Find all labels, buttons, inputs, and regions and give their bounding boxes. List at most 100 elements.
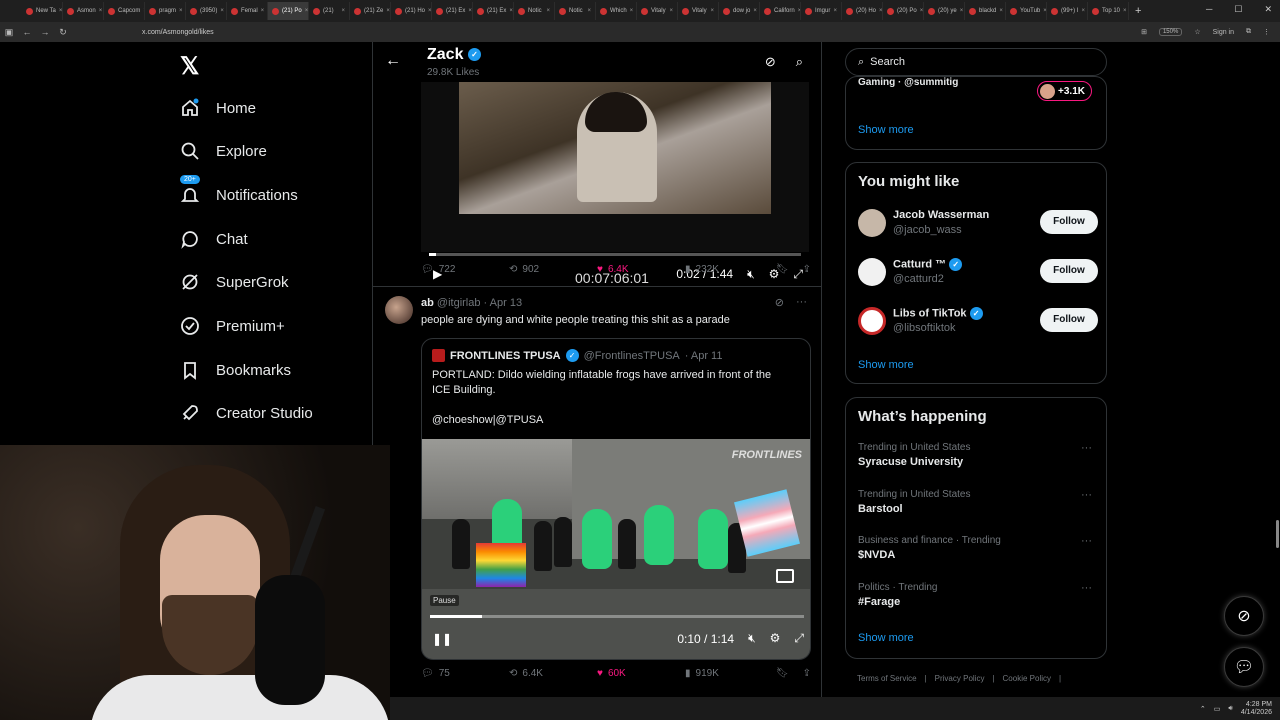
views-button[interactable]: ▮ 919K: [685, 668, 773, 679]
browser-tab[interactable]: Which ×: [596, 2, 637, 20]
tweet-date[interactable]: · Apr 13: [484, 297, 523, 309]
browser-tab[interactable]: (20) Ho ×: [842, 2, 883, 20]
browser-tab[interactable]: (20) Po ×: [883, 2, 924, 20]
browser-tab[interactable]: Notic ×: [514, 2, 555, 20]
tab-close-icon[interactable]: ×: [386, 8, 390, 14]
quote-video-progress-bar[interactable]: [430, 615, 804, 618]
tab-close-icon[interactable]: ×: [710, 8, 714, 14]
browser-tab[interactable]: (21) Ze ×: [350, 2, 391, 20]
repost-button[interactable]: ⟲ 6.4K: [509, 668, 597, 679]
pause-icon[interactable]: ❚❚: [432, 632, 452, 646]
show-more-link[interactable]: Show more: [858, 632, 914, 644]
forward-icon[interactable]: →: [36, 27, 54, 37]
views-button[interactable]: ▮ 232K: [685, 264, 773, 275]
tab-close-icon[interactable]: ×: [999, 8, 1003, 14]
browser-tab[interactable]: (21) Ex ×: [432, 2, 473, 20]
translate-icon[interactable]: ⊞: [1141, 28, 1147, 36]
url-field[interactable]: x.com/Asmongold/likes: [142, 29, 214, 36]
show-more-link[interactable]: Show more: [858, 359, 914, 371]
suggested-user[interactable]: Libs of TikTok ✓ @libsoftiktok Follow: [858, 305, 1098, 337]
browser-tab[interactable]: (21) Po ×: [268, 2, 309, 20]
trend-item[interactable]: Business and finance · Trending $NVDA ··…: [858, 535, 1098, 561]
share-icon[interactable]: ⇪: [803, 668, 811, 679]
like-button[interactable]: ♥ 6.4K: [597, 264, 685, 275]
bookmark-action-icon[interactable]: 🔖︎: [776, 668, 789, 679]
tray-chevron-icon[interactable]: ⌃: [1200, 705, 1206, 713]
back-icon[interactable]: ←: [18, 27, 36, 37]
repost-button[interactable]: ⟲ 902: [509, 264, 597, 275]
reply-button[interactable]: 💬︎ 75: [421, 668, 509, 679]
bookmark-action-icon[interactable]: 🔖︎: [776, 264, 789, 275]
tab-close-icon[interactable]: ×: [879, 8, 882, 14]
browser-tab[interactable]: Top 10 ×: [1088, 2, 1129, 20]
suggested-user[interactable]: Jacob Wasserman @jacob_wass Follow: [858, 207, 1098, 239]
browser-tab[interactable]: Vitaly ×: [678, 2, 719, 20]
search-header-icon[interactable]: ⌕: [796, 54, 803, 70]
scrollbar[interactable]: [1276, 520, 1279, 548]
tab-close-icon[interactable]: ×: [833, 8, 837, 14]
reload-icon[interactable]: ↻: [54, 27, 72, 38]
browser-tab[interactable]: Femal ×: [227, 2, 268, 20]
tab-close-icon[interactable]: ×: [305, 8, 308, 14]
mute-icon[interactable]: 🔇︎: [748, 631, 756, 646]
more-icon[interactable]: ···: [1081, 489, 1092, 501]
tab-close-icon[interactable]: ×: [341, 8, 345, 14]
trend-item[interactable]: Trending in United States Barstool ···: [858, 489, 1098, 515]
browser-tab[interactable]: pragm ×: [145, 2, 186, 20]
show-more-link[interactable]: Show more: [858, 124, 914, 136]
tab-close-icon[interactable]: ×: [468, 8, 472, 14]
close-window-icon[interactable]: ✕: [1264, 4, 1272, 15]
messages-fab-button[interactable]: 💬︎: [1224, 647, 1264, 687]
maximize-icon[interactable]: ☐: [1234, 4, 1242, 15]
share-icon[interactable]: ⇪: [803, 264, 811, 275]
sidebar-toggle-icon[interactable]: ▣: [0, 27, 18, 38]
more-icon[interactable]: ···: [1081, 582, 1092, 594]
tab-close-icon[interactable]: ×: [546, 8, 550, 14]
grok-header-icon[interactable]: ⊘: [765, 54, 776, 70]
nav-notifications[interactable]: 20+ Notifications: [180, 175, 298, 205]
trend-item[interactable]: Politics · Trending #Farage ···: [858, 582, 1098, 608]
nav-creator-studio[interactable]: Creator Studio: [180, 403, 313, 423]
tab-close-icon[interactable]: ×: [179, 8, 183, 14]
nav-explore[interactable]: Explore: [180, 141, 267, 161]
trend-item[interactable]: Trending in United States Syracuse Unive…: [858, 442, 1098, 468]
tab-close-icon[interactable]: ×: [920, 8, 923, 14]
zoom-badge[interactable]: 150%: [1158, 28, 1183, 36]
video-progress-bar[interactable]: [429, 253, 801, 256]
tab-close-icon[interactable]: ×: [587, 8, 591, 14]
more-icon[interactable]: ···: [1081, 535, 1092, 547]
clock[interactable]: 4:28 PM 4/14/2026: [1241, 701, 1272, 717]
new-tab-icon[interactable]: +: [1135, 5, 1141, 17]
more-icon[interactable]: ···: [1081, 442, 1092, 454]
picture-in-picture-icon[interactable]: [776, 569, 794, 583]
browser-tab[interactable]: dow jo ×: [719, 2, 760, 20]
follow-button[interactable]: Follow: [1040, 210, 1098, 234]
tab-close-icon[interactable]: ×: [509, 8, 513, 14]
browser-tab[interactable]: New Ta ×: [22, 2, 63, 20]
bookmark-star-icon[interactable]: ☆: [1194, 28, 1200, 36]
settings-gear-icon[interactable]: ⚙: [770, 631, 781, 646]
grok-fab-button[interactable]: ⊘: [1224, 596, 1264, 636]
author-name[interactable]: ab: [421, 297, 434, 309]
terms-link[interactable]: Terms of Service: [857, 674, 917, 683]
tab-close-icon[interactable]: ×: [630, 8, 634, 14]
tab-close-icon[interactable]: ×: [669, 8, 673, 14]
tab-close-icon[interactable]: ×: [261, 8, 265, 14]
nav-premium[interactable]: Premium+: [180, 316, 285, 336]
tab-close-icon[interactable]: ×: [753, 8, 757, 14]
browser-tab[interactable]: Imgur ×: [801, 2, 842, 20]
like-button[interactable]: ♥ 60K: [597, 668, 685, 679]
extensions-icon[interactable]: ⧉: [1246, 28, 1251, 36]
suggested-user[interactable]: Catturd ™ ✓ @catturd2 Follow: [858, 256, 1098, 288]
gaming-line[interactable]: Gaming · @summitig: [858, 77, 958, 88]
browser-tab[interactable]: Notic ×: [555, 2, 596, 20]
nav-supergrok[interactable]: SuperGrok: [180, 272, 289, 292]
privacy-link[interactable]: Privacy Policy: [935, 674, 985, 683]
network-icon[interactable]: ▭: [1214, 705, 1221, 713]
tab-close-icon[interactable]: ×: [59, 8, 62, 14]
browser-tab[interactable]: (99+) I ×: [1047, 2, 1088, 20]
reply-button[interactable]: 💬︎ 722: [421, 264, 509, 275]
avatar[interactable]: [385, 296, 413, 324]
quote-video-player[interactable]: FRONTLINES Pause ❚❚ 0:10 / 1:14 🔇︎ ⚙ ⤢: [422, 439, 810, 659]
fullscreen-icon[interactable]: ⤢: [794, 631, 804, 646]
